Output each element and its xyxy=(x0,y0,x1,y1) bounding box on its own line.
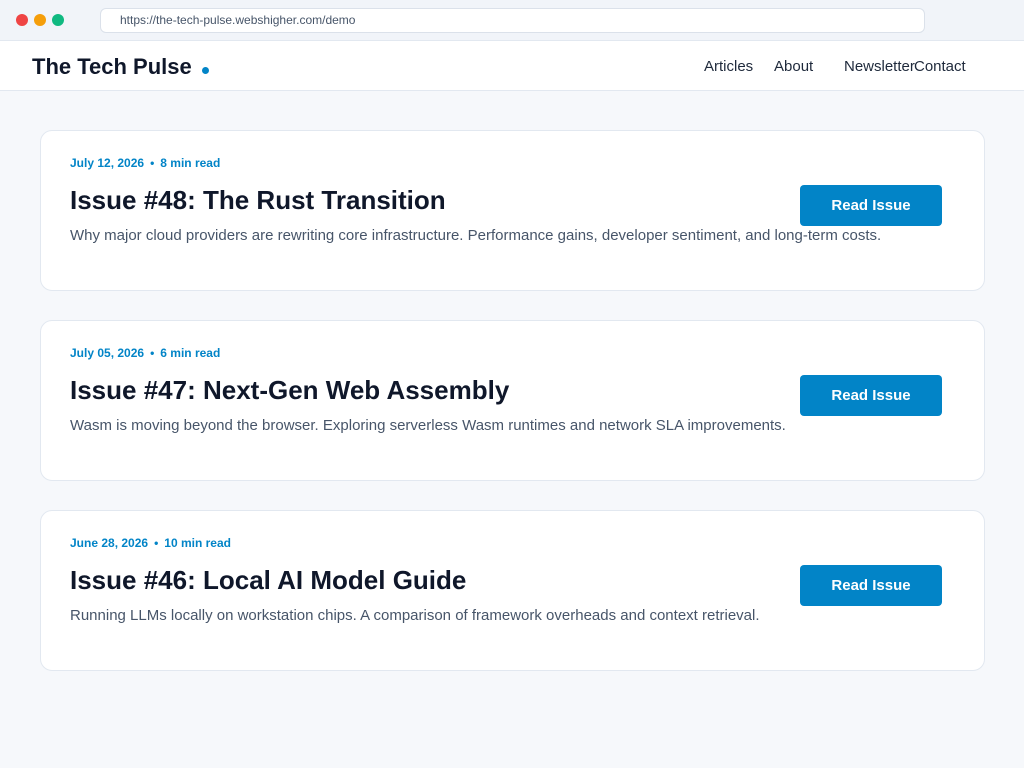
close-window-icon[interactable] xyxy=(16,14,28,26)
issue-card: July 12, 2026 • 8 min read Issue #48: The … xyxy=(40,130,985,291)
issue-meta: July 12, 2026 • 8 min read xyxy=(70,156,220,170)
site-logo[interactable]: The Tech Pulse xyxy=(32,54,192,80)
logo-dot-icon xyxy=(202,67,209,74)
issue-description: Wasm is moving beyond the browser. Explo… xyxy=(70,417,786,434)
nav-newsletter[interactable]: Newsletter xyxy=(844,58,915,75)
issue-title: Issue #48: The Rust Transition xyxy=(70,185,446,215)
issue-read-time: 6 min read xyxy=(160,346,221,360)
meta-separator: • xyxy=(150,156,155,170)
read-issue-button[interactable]: Read Issue xyxy=(800,185,942,226)
maximize-window-icon[interactable] xyxy=(52,14,64,26)
nav-about[interactable]: About xyxy=(774,58,813,75)
browser-chrome: https://the-tech-pulse.webshigher.com/de… xyxy=(0,0,1024,41)
nav-articles[interactable]: Articles xyxy=(704,58,753,75)
issue-meta: July 05, 2026 • 6 min read xyxy=(70,346,220,360)
nav-contact[interactable]: Contact xyxy=(914,58,966,75)
issue-date: July 12, 2026 xyxy=(70,156,145,170)
issue-meta: June 28, 2026 • 10 min read xyxy=(70,536,231,550)
address-bar[interactable]: https://the-tech-pulse.webshigher.com/de… xyxy=(100,8,925,33)
issue-card: July 05, 2026 • 6 min read Issue #47: Next… xyxy=(40,320,985,481)
issue-description: Why major cloud providers are rewriting … xyxy=(70,227,882,244)
meta-separator: • xyxy=(150,346,155,360)
meta-separator: • xyxy=(154,536,159,550)
issue-description: Running LLMs locally on workstation chip… xyxy=(70,607,760,624)
issue-title: Issue #47: Next-Gen Web Assembly xyxy=(70,375,510,405)
issue-date: July 05, 2026 xyxy=(70,346,145,360)
minimize-window-icon[interactable] xyxy=(34,14,46,26)
issue-title: Issue #46: Local AI Model Guide xyxy=(70,565,467,595)
issue-date: June 28, 2026 xyxy=(70,536,149,550)
read-issue-button[interactable]: Read Issue xyxy=(800,565,942,606)
site-header: The Tech Pulse Articles About Newsletter… xyxy=(0,41,1024,91)
issue-read-time: 10 min read xyxy=(164,536,231,550)
read-issue-button[interactable]: Read Issue xyxy=(800,375,942,416)
issue-card: June 28, 2026 • 10 min read Issue #46: Loc… xyxy=(40,510,985,671)
issue-read-time: 8 min read xyxy=(160,156,221,170)
